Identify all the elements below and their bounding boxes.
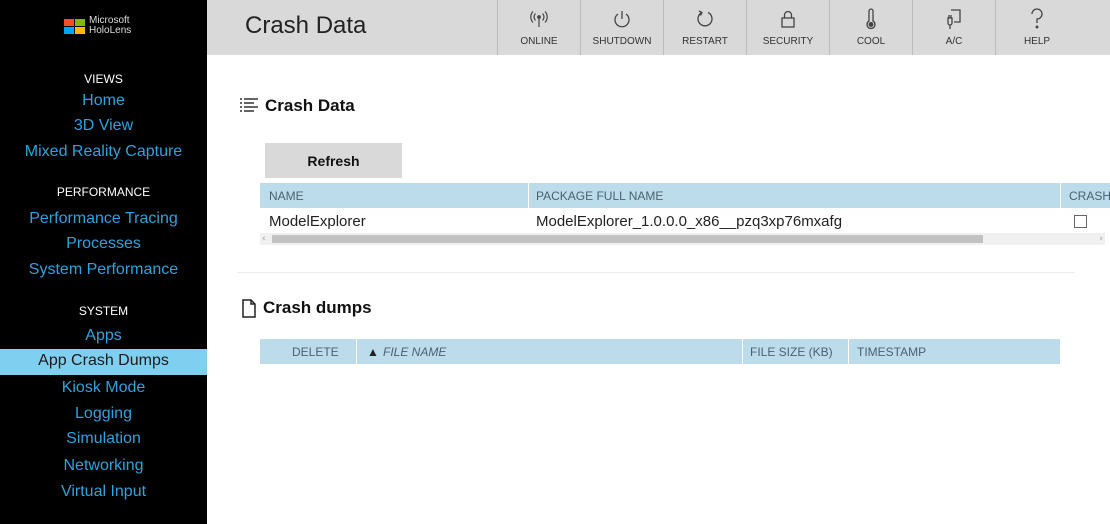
scroll-right-icon[interactable]: › [1099, 233, 1103, 245]
online-button[interactable]: ONLINE [497, 0, 580, 55]
column-header-file-size[interactable]: FILE SIZE (KB) [750, 345, 833, 359]
list-icon [240, 98, 258, 112]
shutdown-label: SHUTDOWN [592, 36, 652, 47]
online-label: ONLINE [520, 36, 558, 47]
cool-label: COOL [856, 36, 886, 47]
column-header-package-full-name[interactable]: PACKAGE FULL NAME [536, 189, 663, 203]
column-header-file-name[interactable]: FILE NAME [383, 345, 446, 359]
crash-dumps-heading-text: Crash dumps [263, 298, 372, 317]
restart-label: RESTART [682, 36, 728, 47]
shutdown-button[interactable]: SHUTDOWN [580, 0, 663, 55]
security-button[interactable]: SECURITY [746, 0, 829, 55]
nav-item-performance-tracing[interactable]: Performance Tracing [0, 207, 207, 233]
plug-icon [913, 8, 995, 30]
nav-item-system-performance[interactable]: System Performance [0, 258, 207, 284]
column-header-timestamp[interactable]: TIMESTAMP [857, 345, 926, 359]
nav-item-apps[interactable]: Apps [0, 324, 207, 350]
question-icon [996, 8, 1078, 30]
help-label: HELP [1023, 36, 1051, 47]
brand-line2: HoloLens [89, 25, 132, 36]
crash-checkbox[interactable] [1074, 215, 1087, 228]
windows-logo-icon [64, 18, 85, 34]
nav-item-simulation[interactable]: Simulation [0, 427, 207, 453]
nav-item-mixed-reality-capture[interactable]: Mixed Reality Capture [0, 140, 207, 166]
section-title-system: SYSTEM [78, 304, 129, 318]
nav-item-home[interactable]: Home [0, 89, 207, 115]
sidebar: Microsoft HoloLens VIEWS Home 3D View Mi… [0, 0, 207, 524]
horizontal-scrollbar[interactable]: ‹ › [260, 233, 1105, 245]
crash-dumps-table-header: DELETE ▲ FILE NAME FILE SIZE (KB) TIMEST… [260, 339, 1060, 364]
scrollbar-thumb[interactable] [272, 235, 983, 243]
column-header-delete[interactable]: DELETE [292, 345, 339, 359]
crash-data-table-header: NAME PACKAGE FULL NAME CRASH [260, 183, 1110, 208]
column-header-name[interactable]: NAME [269, 189, 304, 203]
ac-button[interactable]: A/C [912, 0, 995, 55]
crash-dumps-heading: Crash dumps [241, 298, 372, 318]
microsoft-hololens-logo: Microsoft HoloLens [64, 16, 131, 36]
section-divider [237, 272, 1075, 273]
nav-item-3d-view[interactable]: 3D View [0, 114, 207, 140]
column-header-crash[interactable]: CRASH [1069, 189, 1110, 203]
page-title: Crash Data [245, 12, 367, 39]
restart-icon [664, 8, 746, 30]
cool-button[interactable]: COOL [829, 0, 912, 55]
nav-item-app-crash-dumps[interactable]: App Crash Dumps [0, 349, 207, 375]
crash-row-package: ModelExplorer_1.0.0.0_x86__pzq3xp76mxafg [536, 213, 843, 230]
restart-button[interactable]: RESTART [663, 0, 746, 55]
nav-item-processes[interactable]: Processes [0, 232, 207, 258]
crash-row-name: ModelExplorer [269, 213, 366, 230]
section-title-performance: PERFORMANCE [56, 185, 151, 199]
nav-item-virtual-input[interactable]: Virtual Input [0, 480, 207, 506]
wifi-signal-icon [498, 8, 580, 30]
help-button[interactable]: HELP [995, 0, 1078, 55]
crash-data-heading-text: Crash Data [265, 96, 355, 115]
nav-item-logging[interactable]: Logging [0, 402, 207, 428]
scroll-left-icon[interactable]: ‹ [262, 233, 266, 245]
section-title-views: VIEWS [84, 72, 123, 86]
thermometer-icon [830, 8, 912, 30]
nav-item-networking[interactable]: Networking [0, 454, 207, 480]
lock-icon [747, 8, 829, 30]
nav-item-kiosk-mode[interactable]: Kiosk Mode [0, 376, 207, 402]
security-label: SECURITY [762, 36, 814, 47]
refresh-button[interactable]: Refresh [265, 143, 402, 178]
ac-label: A/C [945, 36, 963, 47]
document-icon [242, 298, 256, 318]
power-icon [581, 8, 663, 30]
top-bar: Crash Data ONLINE SHUTDOWN RESTART SECUR… [207, 0, 1110, 55]
crash-data-heading: Crash Data [239, 96, 355, 116]
sort-ascending-icon[interactable]: ▲ [367, 345, 379, 359]
